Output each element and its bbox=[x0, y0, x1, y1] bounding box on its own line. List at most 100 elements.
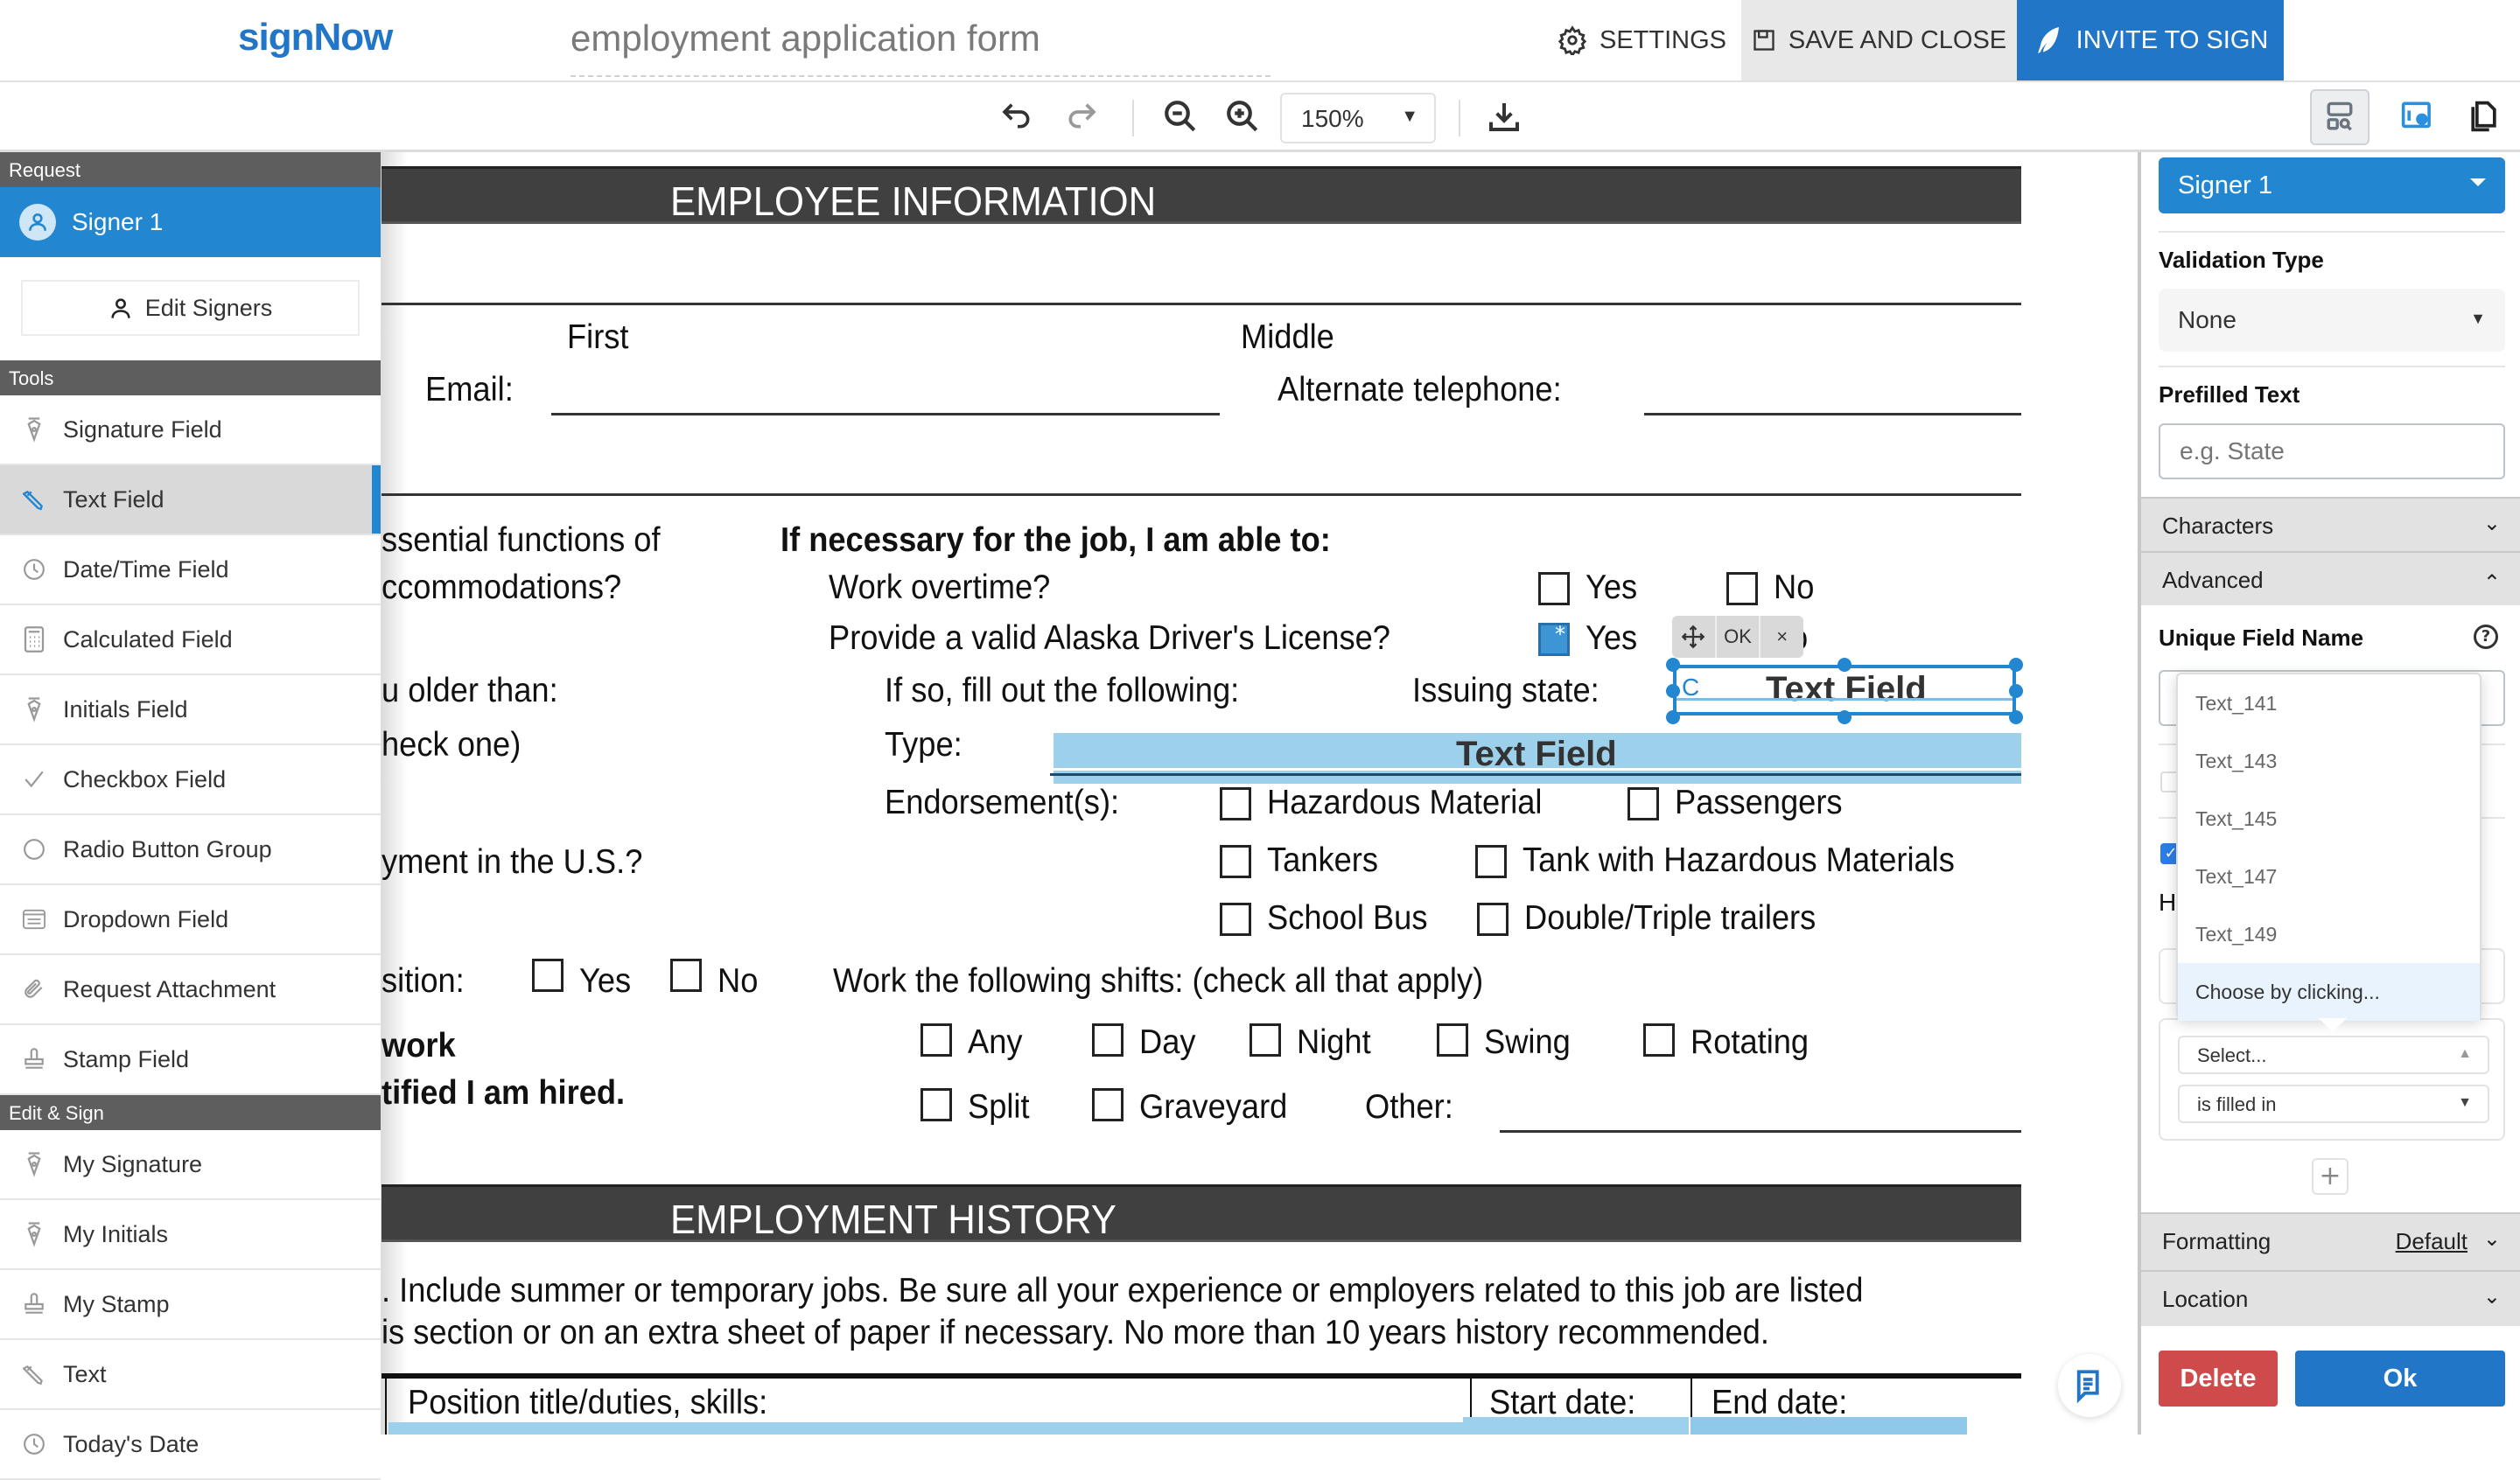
tool-dropdown-field[interactable]: Dropdown Field bbox=[0, 885, 381, 955]
signer-item[interactable]: Signer 1 bbox=[0, 187, 381, 257]
tool-initials-field[interactable]: Initials Field bbox=[0, 675, 381, 745]
prefilled-text-input[interactable] bbox=[2159, 423, 2505, 479]
add-condition-button[interactable]: + bbox=[2312, 1158, 2348, 1195]
download-button[interactable] bbox=[1482, 94, 1526, 138]
endorse-checkbox[interactable] bbox=[1475, 845, 1507, 878]
dropdown-option[interactable]: Text_141 bbox=[2178, 674, 2480, 732]
shift-checkbox[interactable] bbox=[1643, 1023, 1675, 1057]
endorse-checkbox[interactable] bbox=[1220, 787, 1251, 820]
validation-type-select[interactable]: None ▼ bbox=[2159, 289, 2505, 352]
tool-radio-button-group[interactable]: Radio Button Group bbox=[0, 815, 381, 885]
resize-handle[interactable] bbox=[1838, 710, 1852, 724]
comments-button[interactable] bbox=[2058, 1354, 2121, 1417]
tool-checkbox-field[interactable]: Checkbox Field bbox=[0, 745, 381, 815]
document-canvas[interactable]: EMPLOYEE INFORMATION First Middle Email:… bbox=[382, 152, 2138, 1435]
characters-label: Characters bbox=[2162, 513, 2274, 539]
condition-operator-select[interactable]: is filled in ▼ bbox=[2178, 1085, 2489, 1123]
endorse-checkbox[interactable] bbox=[1477, 903, 1508, 936]
resize-handle[interactable] bbox=[1666, 684, 1680, 698]
condition-field-select[interactable]: Select... ▲ bbox=[2178, 1036, 2489, 1074]
zoom-level-select[interactable]: 150% ▼ bbox=[1280, 93, 1436, 143]
resize-handle[interactable] bbox=[2009, 684, 2023, 698]
license-type-text-field[interactable]: Text Field bbox=[1054, 733, 2021, 784]
overtime-no-checkbox[interactable] bbox=[1726, 572, 1758, 605]
formatting-value-link[interactable]: Default bbox=[2396, 1228, 2468, 1255]
position-yes-checkbox[interactable] bbox=[532, 959, 564, 992]
alt-phone-line[interactable] bbox=[1644, 413, 2021, 415]
tool-my-signature[interactable]: My Signature bbox=[0, 1130, 381, 1200]
zoom-in-button[interactable] bbox=[1221, 94, 1264, 138]
tool-stamp-field[interactable]: Stamp Field bbox=[0, 1025, 381, 1095]
resize-handle[interactable] bbox=[1838, 658, 1852, 672]
request-section-heading: Request bbox=[0, 152, 381, 187]
tool-label: Date/Time Field bbox=[63, 555, 229, 583]
other-line[interactable] bbox=[1500, 1130, 2021, 1133]
advanced-accordion[interactable]: Advanced ⌃ bbox=[2141, 551, 2520, 605]
delete-button[interactable]: Delete bbox=[2159, 1351, 2278, 1407]
resize-handle[interactable] bbox=[1666, 658, 1680, 672]
shift-checkbox[interactable] bbox=[1250, 1023, 1281, 1057]
issuing-state-text-field-selected[interactable]: C Text Field bbox=[1673, 665, 2016, 716]
document-title-input[interactable]: employment application form bbox=[570, 17, 1270, 77]
endorse-checkbox[interactable] bbox=[1628, 787, 1659, 820]
resize-handle[interactable] bbox=[2009, 658, 2023, 672]
undo-button[interactable] bbox=[996, 94, 1040, 138]
tool-signature-field[interactable]: Signature Field bbox=[0, 395, 381, 465]
tool-text[interactable]: Text bbox=[0, 1340, 381, 1410]
license-yes-checkbox-field[interactable]: * bbox=[1538, 622, 1570, 656]
zoom-out-button[interactable] bbox=[1158, 94, 1202, 138]
signnow-logo[interactable]: signNow bbox=[238, 16, 393, 59]
save-and-close-button[interactable]: SAVE AND CLOSE bbox=[1741, 0, 2017, 80]
dropdown-option[interactable]: Text_143 bbox=[2178, 732, 2480, 790]
settings-button[interactable]: SETTINGS bbox=[1558, 0, 1741, 80]
resize-handle[interactable] bbox=[1666, 710, 1680, 724]
clock-icon bbox=[23, 1431, 46, 1457]
dropdown-option[interactable]: Text_149 bbox=[2178, 905, 2480, 963]
shift-checkbox[interactable] bbox=[1092, 1088, 1124, 1121]
shift-checkbox[interactable] bbox=[1437, 1023, 1468, 1057]
end-date-text-field[interactable] bbox=[1690, 1417, 1967, 1435]
no-label: No bbox=[718, 962, 759, 1000]
email-line[interactable] bbox=[551, 413, 1220, 415]
help-icon[interactable]: ? bbox=[2474, 625, 2498, 649]
endorse-label: Hazardous Material bbox=[1267, 784, 1543, 821]
tool-my-initials[interactable]: My Initials bbox=[0, 1200, 381, 1270]
endorse-checkbox[interactable] bbox=[1220, 845, 1251, 878]
invite-to-sign-button[interactable]: INVITE TO SIGN bbox=[2017, 0, 2284, 80]
field-ok-button[interactable]: OK bbox=[1717, 616, 1761, 658]
location-accordion[interactable]: Location ⌄ bbox=[2141, 1270, 2520, 1326]
tool-request-attachment[interactable]: Request Attachment bbox=[0, 955, 381, 1025]
edit-signers-button[interactable]: Edit Signers bbox=[21, 280, 360, 336]
endorse-checkbox[interactable] bbox=[1220, 903, 1251, 936]
redo-button[interactable] bbox=[1059, 94, 1102, 138]
dropdown-option-choose-by-clicking[interactable]: Choose by clicking... bbox=[2178, 963, 2480, 1021]
caret-up-icon: ▲ bbox=[2458, 1046, 2472, 1061]
tool-date-time-field[interactable]: Date/Time Field bbox=[0, 535, 381, 605]
resize-handle[interactable] bbox=[2009, 710, 2023, 724]
tool-text-field[interactable]: Text Field bbox=[0, 465, 381, 535]
overtime-yes-checkbox[interactable] bbox=[1538, 572, 1570, 605]
ok-button[interactable]: Ok bbox=[2295, 1351, 2505, 1407]
characters-accordion[interactable]: Characters ⌄ bbox=[2141, 497, 2520, 551]
copy-pages-button[interactable] bbox=[2460, 94, 2504, 138]
field-settings-button[interactable] bbox=[2396, 94, 2440, 138]
shift-checkbox[interactable] bbox=[1092, 1023, 1124, 1057]
dropdown-option[interactable]: Text_145 bbox=[2178, 790, 2480, 848]
tool-my-stamp[interactable]: My Stamp bbox=[0, 1270, 381, 1340]
zoom-out-icon bbox=[1165, 101, 1196, 132]
move-handle[interactable] bbox=[1672, 616, 1717, 658]
field-view-button[interactable] bbox=[2310, 89, 2370, 145]
settings-label: SETTINGS bbox=[1600, 25, 1727, 54]
type-label: Type: bbox=[885, 726, 962, 764]
shift-checkbox[interactable] bbox=[920, 1088, 952, 1121]
tool-calculated-field[interactable]: Calculated Field bbox=[0, 605, 381, 675]
tool-todays-date[interactable]: Today's Date bbox=[0, 1410, 381, 1480]
shift-checkbox[interactable] bbox=[920, 1023, 952, 1057]
start-date-text-field[interactable] bbox=[1463, 1417, 1689, 1435]
dropdown-option[interactable]: Text_147 bbox=[2178, 848, 2480, 905]
position-no-checkbox[interactable] bbox=[670, 959, 702, 992]
field-close-button[interactable]: × bbox=[1760, 616, 1803, 658]
formatting-accordion[interactable]: Formatting Default ⌄ bbox=[2141, 1212, 2520, 1270]
signer-select[interactable]: Signer 1 bbox=[2159, 157, 2505, 213]
position-text-field[interactable] bbox=[388, 1422, 1468, 1435]
